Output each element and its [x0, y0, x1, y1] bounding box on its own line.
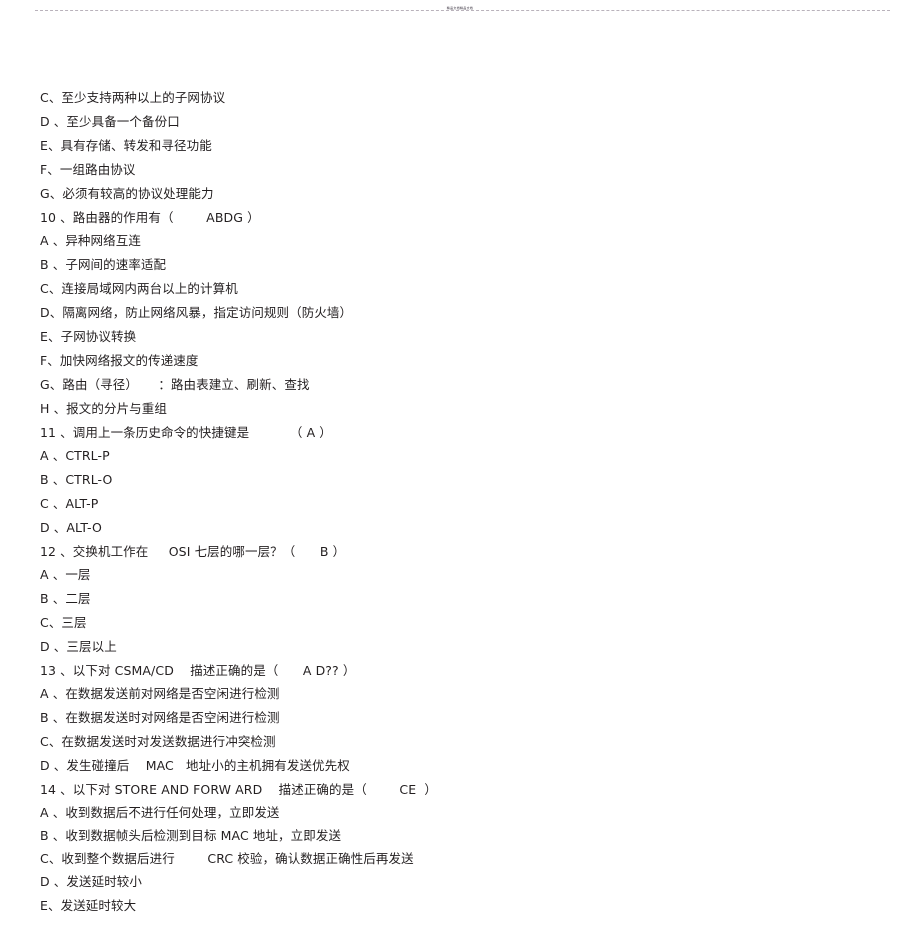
text-line: C 、ALT-P	[40, 496, 99, 511]
text-line: B 、在数据发送时对网络是否空闲进行检测	[40, 710, 280, 725]
question-line: 13 、以下对 CSMA/CD 描述正确的是（ A D?? ）	[40, 663, 356, 678]
question-line: 11 、调用上一条历史命令的快捷键是 （ A ）	[40, 425, 332, 440]
text-line: F、一组路由协议	[40, 162, 136, 177]
text-line: G、路由（寻径） ：路由表建立、刷新、查找	[40, 377, 310, 392]
text-line: C、至少支持两种以上的子网协议	[40, 90, 226, 105]
text-line: A 、收到数据后不进行任何处理，立即发送	[40, 805, 280, 820]
text-line: D 、三层以上	[40, 639, 117, 654]
question-line: 10 、路由器的作用有（ ABDG ）	[40, 210, 260, 225]
question-line: 12 、交换机工作在 OSI 七层的哪一层？（ B ）	[40, 544, 346, 559]
text-line: B 、子网间的速率适配	[40, 257, 167, 272]
text-line: A 、一层	[40, 567, 91, 582]
document-body: C、至少支持两种以上的子网协议 D 、至少具备一个备份口 E、具有存储、转发和寻…	[40, 86, 890, 917]
text-line: B 、二层	[40, 591, 91, 606]
text-line: D 、发送延时较小	[40, 874, 142, 889]
text-line: G、必须有较高的协议处理能力	[40, 186, 214, 201]
header-watermark-text: 精品文档精品文档	[446, 6, 474, 10]
text-line: D 、发生碰撞后 MAC 地址小的主机拥有发送优先权	[40, 758, 350, 773]
text-line: B 、CTRL-O	[40, 472, 113, 487]
text-line: C、连接局域网内两台以上的计算机	[40, 281, 238, 296]
text-line: H 、报文的分片与重组	[40, 401, 167, 416]
text-line: A 、在数据发送前对网络是否空闲进行检测	[40, 686, 280, 701]
text-line: E、发送延时较大	[40, 898, 137, 913]
text-line: A 、CTRL-P	[40, 448, 110, 463]
text-line: E、具有存储、转发和寻径功能	[40, 138, 212, 153]
text-line: F、加快网络报文的传递速度	[40, 353, 199, 368]
text-line: B 、收到数据帧头后检测到目标 MAC 地址，立即发送	[40, 828, 342, 843]
text-line: D 、ALT-O	[40, 520, 102, 535]
text-line: A 、异种网络互连	[40, 233, 141, 248]
question-line: 14 、以下对 STORE AND FORW ARD 描述正确的是（ CE ）	[40, 782, 437, 797]
text-line: E、子网协议转换	[40, 329, 137, 344]
text-line: D 、至少具备一个备份口	[40, 114, 180, 129]
text-line: C、在数据发送时对发送数据进行冲突检测	[40, 734, 276, 749]
text-line: C、收到整个数据后进行 CRC 校验，确认数据正确性后再发送	[40, 851, 414, 866]
document-page: 精品文档精品文档 C、至少支持两种以上的子网协议 D 、至少具备一个备份口 E、…	[0, 0, 920, 948]
text-line: C、三层	[40, 615, 87, 630]
text-line: D、隔离网络，防止网络风暴，指定访问规则（防火墙）	[40, 305, 353, 320]
